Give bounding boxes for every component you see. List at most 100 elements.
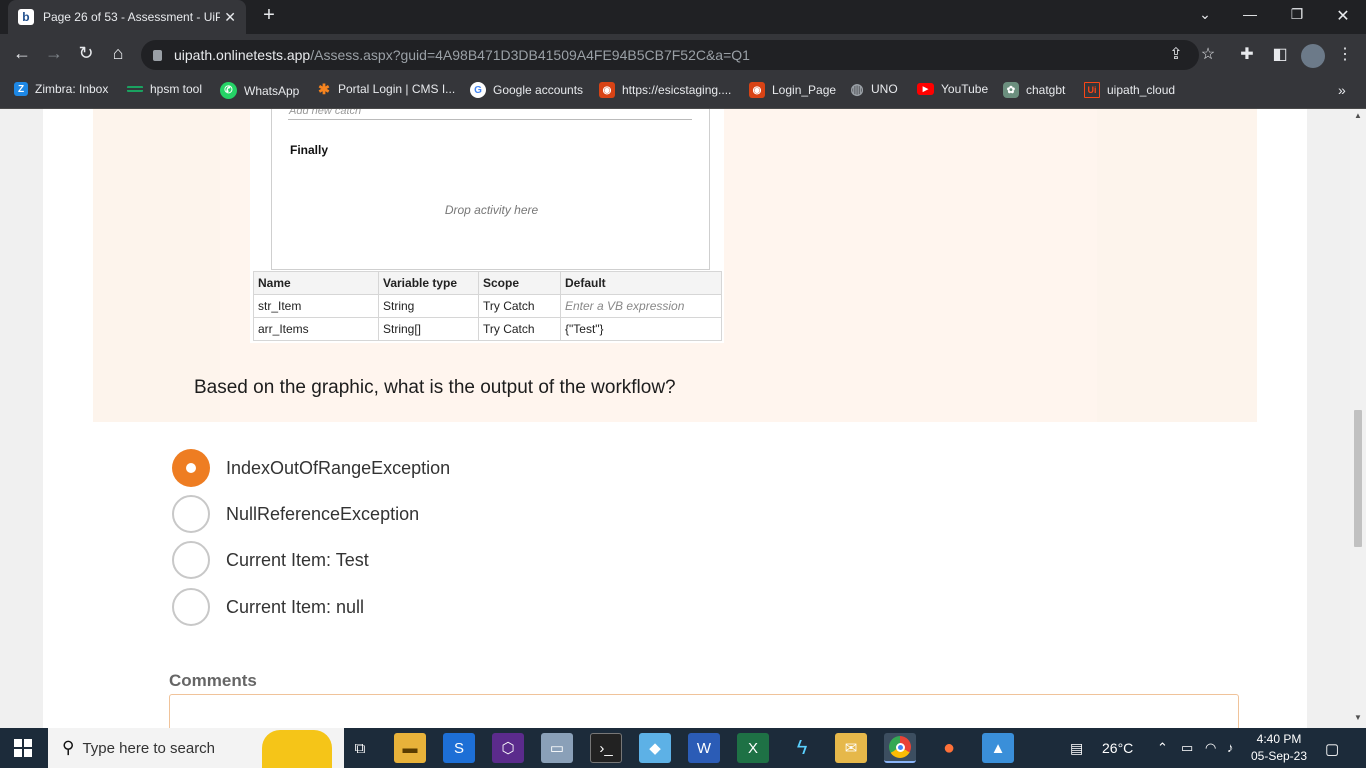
notifications-icon[interactable]: ▢ bbox=[1325, 740, 1339, 758]
var-scope: Try Catch bbox=[478, 317, 561, 341]
var-default: Enter a VB expression bbox=[560, 294, 722, 318]
folder-icon[interactable]: ✉ bbox=[835, 733, 867, 763]
comments-textarea[interactable] bbox=[169, 694, 1239, 728]
clock-date: 05-Sep-23 bbox=[1250, 749, 1308, 763]
restore-icon[interactable]: ❐ bbox=[1282, 6, 1312, 23]
bookmark-google-accounts[interactable]: G Google accounts bbox=[470, 82, 583, 98]
chrome-icon[interactable] bbox=[884, 733, 916, 763]
bookmark-youtube[interactable]: ▶ YouTube bbox=[917, 82, 988, 96]
bookmark-hpsm[interactable]: hpsm tool bbox=[127, 82, 202, 96]
bookmark-uipath-cloud[interactable]: Ui uipath_cloud bbox=[1084, 82, 1175, 98]
wifi-icon[interactable]: ◠ bbox=[1205, 740, 1216, 756]
menu-icon[interactable]: ⋮ bbox=[1333, 44, 1357, 64]
add-catch-label: Add new catch bbox=[289, 109, 362, 117]
windows-start-icon[interactable] bbox=[14, 739, 32, 757]
esic-icon: ◉ bbox=[599, 82, 615, 98]
workflow-screenshot: Add new catch Finally Drop activity here… bbox=[250, 109, 724, 343]
battery-icon[interactable]: ▭ bbox=[1181, 740, 1193, 756]
notes-icon[interactable]: ◆ bbox=[639, 733, 671, 763]
uipath-icon: Ui bbox=[1084, 82, 1100, 98]
column-header: Default bbox=[560, 271, 722, 295]
radio-dot bbox=[186, 463, 196, 473]
option-label[interactable]: IndexOutOfRangeException bbox=[226, 458, 450, 479]
scroll-thumb[interactable] bbox=[1354, 410, 1362, 547]
try-catch-activity: Add new catch Finally Drop activity here bbox=[271, 109, 710, 270]
file-explorer-icon[interactable]: ▬ bbox=[394, 733, 426, 763]
new-tab-icon[interactable]: + bbox=[254, 4, 284, 27]
question-text: Based on the graphic, what is the output… bbox=[194, 377, 676, 398]
search-highlight-icon bbox=[262, 730, 332, 768]
zimbra-icon: Z bbox=[14, 82, 28, 96]
answer-option[interactable]: Current Item: Test bbox=[172, 541, 369, 579]
bookmark-portal[interactable]: ✱ Portal Login | CMS I... bbox=[317, 81, 455, 97]
terminal-icon[interactable]: ›_ bbox=[590, 733, 622, 763]
tab-search-chevron-icon[interactable]: ⌄ bbox=[1190, 6, 1220, 23]
tab-title: Page 26 of 53 - Assessment - UiP bbox=[42, 10, 221, 24]
option-label[interactable]: Current Item: Test bbox=[226, 550, 369, 571]
back-icon[interactable]: ← bbox=[8, 43, 36, 64]
drop-hint: Drop activity here bbox=[444, 203, 539, 217]
divider bbox=[288, 119, 692, 120]
column-header: Variable type bbox=[378, 271, 479, 295]
tray-chevron-icon[interactable]: ⌃ bbox=[1157, 740, 1168, 756]
whatsapp-icon: ✆ bbox=[220, 82, 237, 99]
url-path: /Assess.aspx?guid=4A98B471D3DB41509A4FE9… bbox=[310, 47, 750, 63]
volume-icon[interactable]: ♪ bbox=[1227, 740, 1234, 755]
question-panel: Add new catch Finally Drop activity here… bbox=[93, 109, 1257, 422]
variables-header-row: Name Variable type Scope Default bbox=[253, 271, 722, 295]
bookmark-uno[interactable]: ◍ UNO bbox=[850, 81, 897, 98]
active-tab[interactable]: b Page 26 of 53 - Assessment - UiP ✕ bbox=[8, 0, 246, 34]
address-bar[interactable]: uipath.onlinetests.app/Assess.aspx?guid=… bbox=[141, 40, 1199, 70]
bookmarks-overflow-icon[interactable]: » bbox=[1338, 82, 1346, 98]
home-icon[interactable]: ⌂ bbox=[104, 43, 132, 64]
task-view-icon[interactable]: ⧉ bbox=[344, 733, 376, 763]
scroll-up-icon[interactable]: ▲ bbox=[1350, 111, 1366, 120]
forward-icon[interactable]: → bbox=[40, 43, 68, 64]
remote-desktop-icon[interactable]: ▭ bbox=[541, 733, 573, 763]
clock-time: 4:40 PM bbox=[1256, 732, 1302, 746]
scroll-down-icon[interactable]: ▼ bbox=[1350, 713, 1366, 722]
variables-table: Name Variable type Scope Default str_Ite… bbox=[253, 271, 722, 341]
table-row: str_Item String Try Catch Enter a VB exp… bbox=[253, 294, 722, 318]
extensions-icon[interactable]: ✚ bbox=[1235, 44, 1259, 64]
bookmark-chatgbt[interactable]: ✿ chatgbt bbox=[1003, 82, 1065, 98]
clock[interactable]: 4:40 PM 05-Sep-23 bbox=[1250, 731, 1308, 765]
lock-icon bbox=[153, 49, 162, 61]
radio-button[interactable] bbox=[172, 541, 210, 579]
reload-icon[interactable]: ↻ bbox=[72, 43, 100, 64]
option-label[interactable]: NullReferenceException bbox=[226, 504, 419, 525]
radio-button[interactable] bbox=[172, 588, 210, 626]
globe-icon: ◍ bbox=[850, 81, 864, 98]
s-app-icon[interactable]: S bbox=[443, 733, 475, 763]
temperature[interactable]: 26°C bbox=[1102, 740, 1133, 756]
chatgpt-icon: ✿ bbox=[1003, 82, 1019, 98]
tab-close-icon[interactable]: ✕ bbox=[224, 9, 236, 26]
option-label[interactable]: Current Item: null bbox=[226, 597, 364, 618]
search-placeholder: Type here to search bbox=[82, 739, 216, 757]
table-row: arr_Items String[] Try Catch {"Test"} bbox=[253, 317, 722, 341]
bookmark-whatsapp[interactable]: ✆ WhatsApp bbox=[220, 82, 299, 99]
window-close-icon[interactable]: ✕ bbox=[1328, 6, 1358, 26]
bookmark-star-icon[interactable]: ☆ bbox=[1196, 44, 1220, 64]
page-scrollbar[interactable]: ▲ ▼ bbox=[1350, 109, 1366, 728]
share-icon[interactable]: ⇪ bbox=[1164, 44, 1188, 64]
power-automate-icon[interactable]: ϟ bbox=[786, 733, 818, 763]
minimize-icon[interactable]: — bbox=[1235, 6, 1265, 22]
answer-option[interactable]: IndexOutOfRangeException bbox=[172, 449, 450, 487]
bookmark-esic[interactable]: ◉ https://esicstaging.... bbox=[599, 82, 731, 98]
photos-icon[interactable]: ▲ bbox=[982, 733, 1014, 763]
var-scope: Try Catch bbox=[478, 294, 561, 318]
radio-button[interactable] bbox=[172, 495, 210, 533]
bookmark-login-page[interactable]: ◉ Login_Page bbox=[749, 82, 836, 98]
word-icon[interactable]: W bbox=[688, 733, 720, 763]
app-icon[interactable]: ⬡ bbox=[492, 733, 524, 763]
radio-selected[interactable] bbox=[172, 449, 210, 487]
side-panel-icon[interactable]: ◧ bbox=[1268, 44, 1292, 64]
bookmark-zimbra[interactable]: Z Zimbra: Inbox bbox=[14, 82, 108, 96]
profile-avatar[interactable] bbox=[1301, 44, 1325, 68]
excel-icon[interactable]: X bbox=[737, 733, 769, 763]
firefox-icon[interactable]: ● bbox=[933, 733, 965, 763]
finally-label: Finally bbox=[290, 143, 329, 157]
answer-option[interactable]: Current Item: null bbox=[172, 588, 364, 626]
answer-option[interactable]: NullReferenceException bbox=[172, 495, 419, 533]
